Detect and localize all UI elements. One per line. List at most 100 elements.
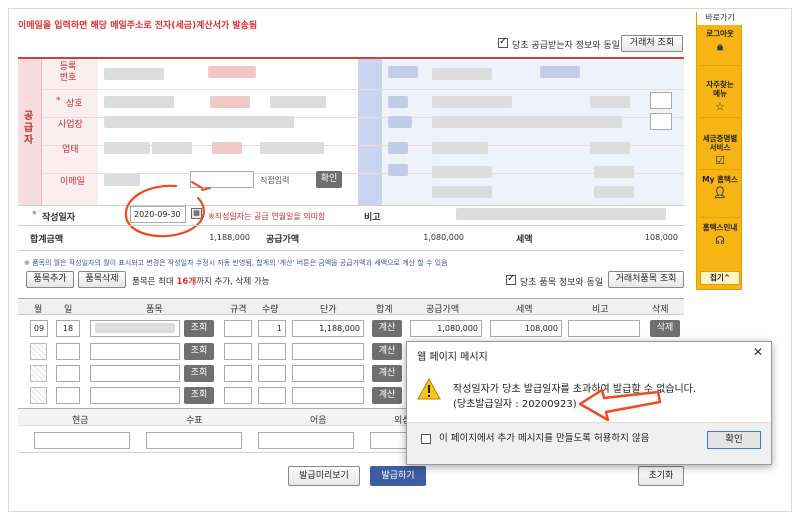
col-item: 품목 [146,305,163,315]
supply-label: 공급가액 [266,235,300,245]
sidebar-title: 바로가기 [697,11,743,25]
calc-button[interactable]: 계산 [372,343,402,360]
partner-item-lookup-button[interactable]: 거래처품목 조회 [608,271,684,288]
sidebar-item-favorites[interactable]: 자주찾는 메뉴 ☆ [700,71,740,123]
item-max-notice: 품목은 최대 16개까지 추가, 삭제 가능 [132,275,270,287]
receiver-business-field [432,142,488,154]
sidebar-item-logout[interactable]: 로그아웃 🔒︎ [700,29,740,54]
preview-button[interactable]: 발급미리보기 [288,466,360,486]
calc-button[interactable]: 계산 [372,365,402,382]
qty-input[interactable] [258,365,286,382]
supply-input[interactable]: 1,080,000 [410,320,482,337]
col-tax: 세액 [516,305,533,315]
delete-row-button[interactable]: 삭제 [650,320,680,337]
note-field [456,208,666,220]
spec-input[interactable] [224,387,252,404]
sidebar-item-guide[interactable]: 홈택스인내 ☊ [700,223,740,248]
price-input[interactable] [292,343,364,360]
same-item-checkbox[interactable] [506,273,516,285]
delete-item-button[interactable]: 품목삭제 [78,271,126,288]
note-label: 비고 [364,213,381,223]
supplier-side-label: 공급자 [24,111,34,146]
sub-reg-field [208,66,256,78]
pay-check-label: 수표 [186,416,203,426]
issue-button[interactable]: 발급하기 [370,466,426,486]
day-input[interactable] [56,365,80,382]
item-lookup-button[interactable]: 조회 [184,387,214,404]
sidebar-collapse-button[interactable]: 접기^ [700,271,740,285]
email-direct-label: 직접입력 [260,176,290,185]
price-input[interactable]: 1,188,000 [292,320,364,337]
pay-bill-input[interactable] [258,432,354,449]
item-name-input[interactable] [90,320,180,337]
receiver-extra-input-2[interactable] [650,113,672,130]
star-icon: ☆ [715,100,725,113]
total-label: 합계금액 [30,235,64,245]
receiver-email-direct [594,166,634,178]
sidebar-item-label: 로그아웃 [706,29,734,38]
receiver-address-label [388,116,412,128]
dialog-ok-button[interactable]: 확인 [707,431,761,449]
checkbox-icon: ☑ [715,154,725,167]
supplier-side-label-box: 공급자 [18,59,42,205]
same-receiver-checkbox[interactable] [498,36,508,48]
qty-input[interactable] [258,343,286,360]
spec-input[interactable] [224,343,252,360]
dialog-title: 웹 페이지 메시지 [417,352,488,363]
tax-input[interactable]: 108,000 [490,320,562,337]
reset-button[interactable]: 초기화 [638,466,684,486]
item-name-input[interactable] [90,365,180,382]
receiver-email-field-2 [432,186,492,198]
receiver-email-label [388,164,408,176]
address-label: 사업장 [58,120,83,130]
item-max-pre: 품목은 최대 [132,277,174,287]
day-input[interactable]: 18 [56,320,80,337]
price-input[interactable] [292,387,364,404]
month-input[interactable]: 09 [30,320,48,337]
receiver-extra-input[interactable] [650,92,672,109]
month-cell [30,343,47,360]
sidebar-item-label: 홈택스인내 [702,223,738,232]
ceo-field [210,96,250,108]
reg-no-label: 등록 번호 [59,62,77,83]
item-lookup-button[interactable]: 조회 [184,320,214,337]
email-confirm-button[interactable]: 확인 [316,171,342,188]
receiver-name-label [388,96,408,108]
col-price: 단가 [320,305,337,315]
day-input[interactable] [56,387,80,404]
date-label: 작성일자 [42,213,76,223]
add-item-button[interactable]: 품목추가 [26,271,74,288]
spec-input[interactable] [224,365,252,382]
item-lookup-button[interactable]: 조회 [184,343,214,360]
item-name-input[interactable] [90,387,180,404]
spec-input[interactable] [224,320,252,337]
sidebar-item-label: My 홈택스 [702,175,738,184]
col-sum: 합계 [376,305,393,315]
receiver-reg-field [432,68,492,80]
annotation-arrow [578,388,662,422]
item-lookup-button[interactable]: 조회 [184,365,214,382]
receiver-sub-label [540,66,580,78]
sidebar-item-label: 자주찾는 메뉴 [706,80,734,98]
lock-icon: 🔒︎ [717,40,723,53]
ceo-name-field [270,96,326,108]
close-icon[interactable]: ✕ [753,345,763,359]
price-input[interactable] [292,365,364,382]
item-max-post: 까지 추가, 삭제 가능 [196,277,270,287]
sidebar-item-my-hometax[interactable]: My 홈택스 👤︎ [700,175,740,200]
month-cell [30,387,47,404]
pay-cash-input[interactable] [34,432,130,449]
qty-input[interactable] [258,387,286,404]
same-receiver-label: 당초 공급받는자 정보와 동일 [512,41,620,51]
note-input[interactable] [568,320,640,337]
suppress-messages-checkbox[interactable] [421,434,431,444]
partner-lookup-button[interactable]: 거래처 조회 [621,35,683,52]
item-name-input[interactable] [90,343,180,360]
qty-input[interactable]: 1 [258,320,286,337]
calc-button[interactable]: 계산 [372,320,402,337]
tax-label: 세액 [516,235,533,245]
pay-credit-input[interactable] [370,432,410,449]
pay-check-input[interactable] [146,432,242,449]
day-input[interactable] [56,343,80,360]
calc-button[interactable]: 계산 [372,387,402,404]
